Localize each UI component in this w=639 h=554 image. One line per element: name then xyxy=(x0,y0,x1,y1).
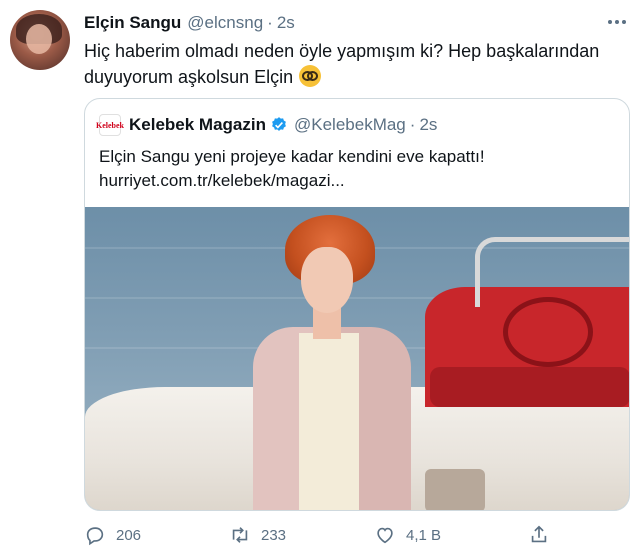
reply-button[interactable]: 206 xyxy=(84,520,141,550)
tweet-text-content: Hiç haberim olmadı neden öyle yapmışım k… xyxy=(84,41,600,87)
quoted-link[interactable]: hurriyet.com.tr/kelebek/magazi... xyxy=(99,169,619,193)
red-car-seat xyxy=(430,367,629,407)
share-button[interactable] xyxy=(528,520,560,550)
heart-icon xyxy=(377,527,393,544)
quoted-tweet-text: Elçin Sangu yeni projeye kadar kendini e… xyxy=(99,145,619,193)
quoted-author-name[interactable]: Kelebek Magazin xyxy=(129,115,266,135)
quoted-author-handle[interactable]: @KelebekMag xyxy=(294,115,406,135)
retweet-icon xyxy=(232,527,248,543)
woman-blouse xyxy=(299,333,359,510)
quoted-tweet-header: Kelebek Kelebek Magazin @KelebekMag · 2s xyxy=(96,113,437,137)
tweet: Elçin Sangu @elcnsng · 2s Hiç haberim ol… xyxy=(0,0,639,554)
reply-icon xyxy=(86,527,104,546)
woman-face xyxy=(301,247,353,313)
retweet-button[interactable]: 233 xyxy=(229,520,286,550)
author-handle[interactable]: @elcnsng xyxy=(187,13,263,33)
separator-dot: · xyxy=(267,13,273,32)
tweet-time[interactable]: 2s xyxy=(277,13,295,33)
tweet-text: Hiç haberim olmadı neden öyle yapmışım k… xyxy=(84,38,629,90)
quoted-separator-dot: · xyxy=(409,115,416,134)
kelebek-logo-text: Kelebek xyxy=(96,120,124,130)
nerd-face-emoji-icon xyxy=(299,65,322,87)
quoted-time[interactable]: 2s xyxy=(419,115,437,135)
share-icon xyxy=(531,525,547,543)
steering-wheel xyxy=(503,297,593,367)
reply-count: 206 xyxy=(116,526,142,544)
avatar[interactable] xyxy=(10,10,70,70)
handbag xyxy=(425,469,485,510)
kelebek-logo[interactable]: Kelebek xyxy=(96,114,124,136)
like-button[interactable]: 4,1 B xyxy=(374,520,441,550)
tweet-actions: 206 233 4,1 B xyxy=(84,520,630,550)
quoted-text-line1: Elçin Sangu yeni projeye kadar kendini e… xyxy=(99,147,485,166)
verified-badge-icon xyxy=(272,117,286,131)
quoted-tweet-photo[interactable] xyxy=(85,207,629,510)
retweet-count: 233 xyxy=(261,526,287,544)
avatar-face xyxy=(26,24,52,54)
more-horizontal-icon[interactable] xyxy=(602,10,632,34)
tweet-header: Elçin Sangu @elcnsng · 2s xyxy=(84,11,295,35)
like-count: 4,1 B xyxy=(406,526,442,544)
author-name[interactable]: Elçin Sangu xyxy=(84,13,181,33)
quoted-tweet[interactable]: Kelebek Kelebek Magazin @KelebekMag · 2s… xyxy=(84,98,630,511)
